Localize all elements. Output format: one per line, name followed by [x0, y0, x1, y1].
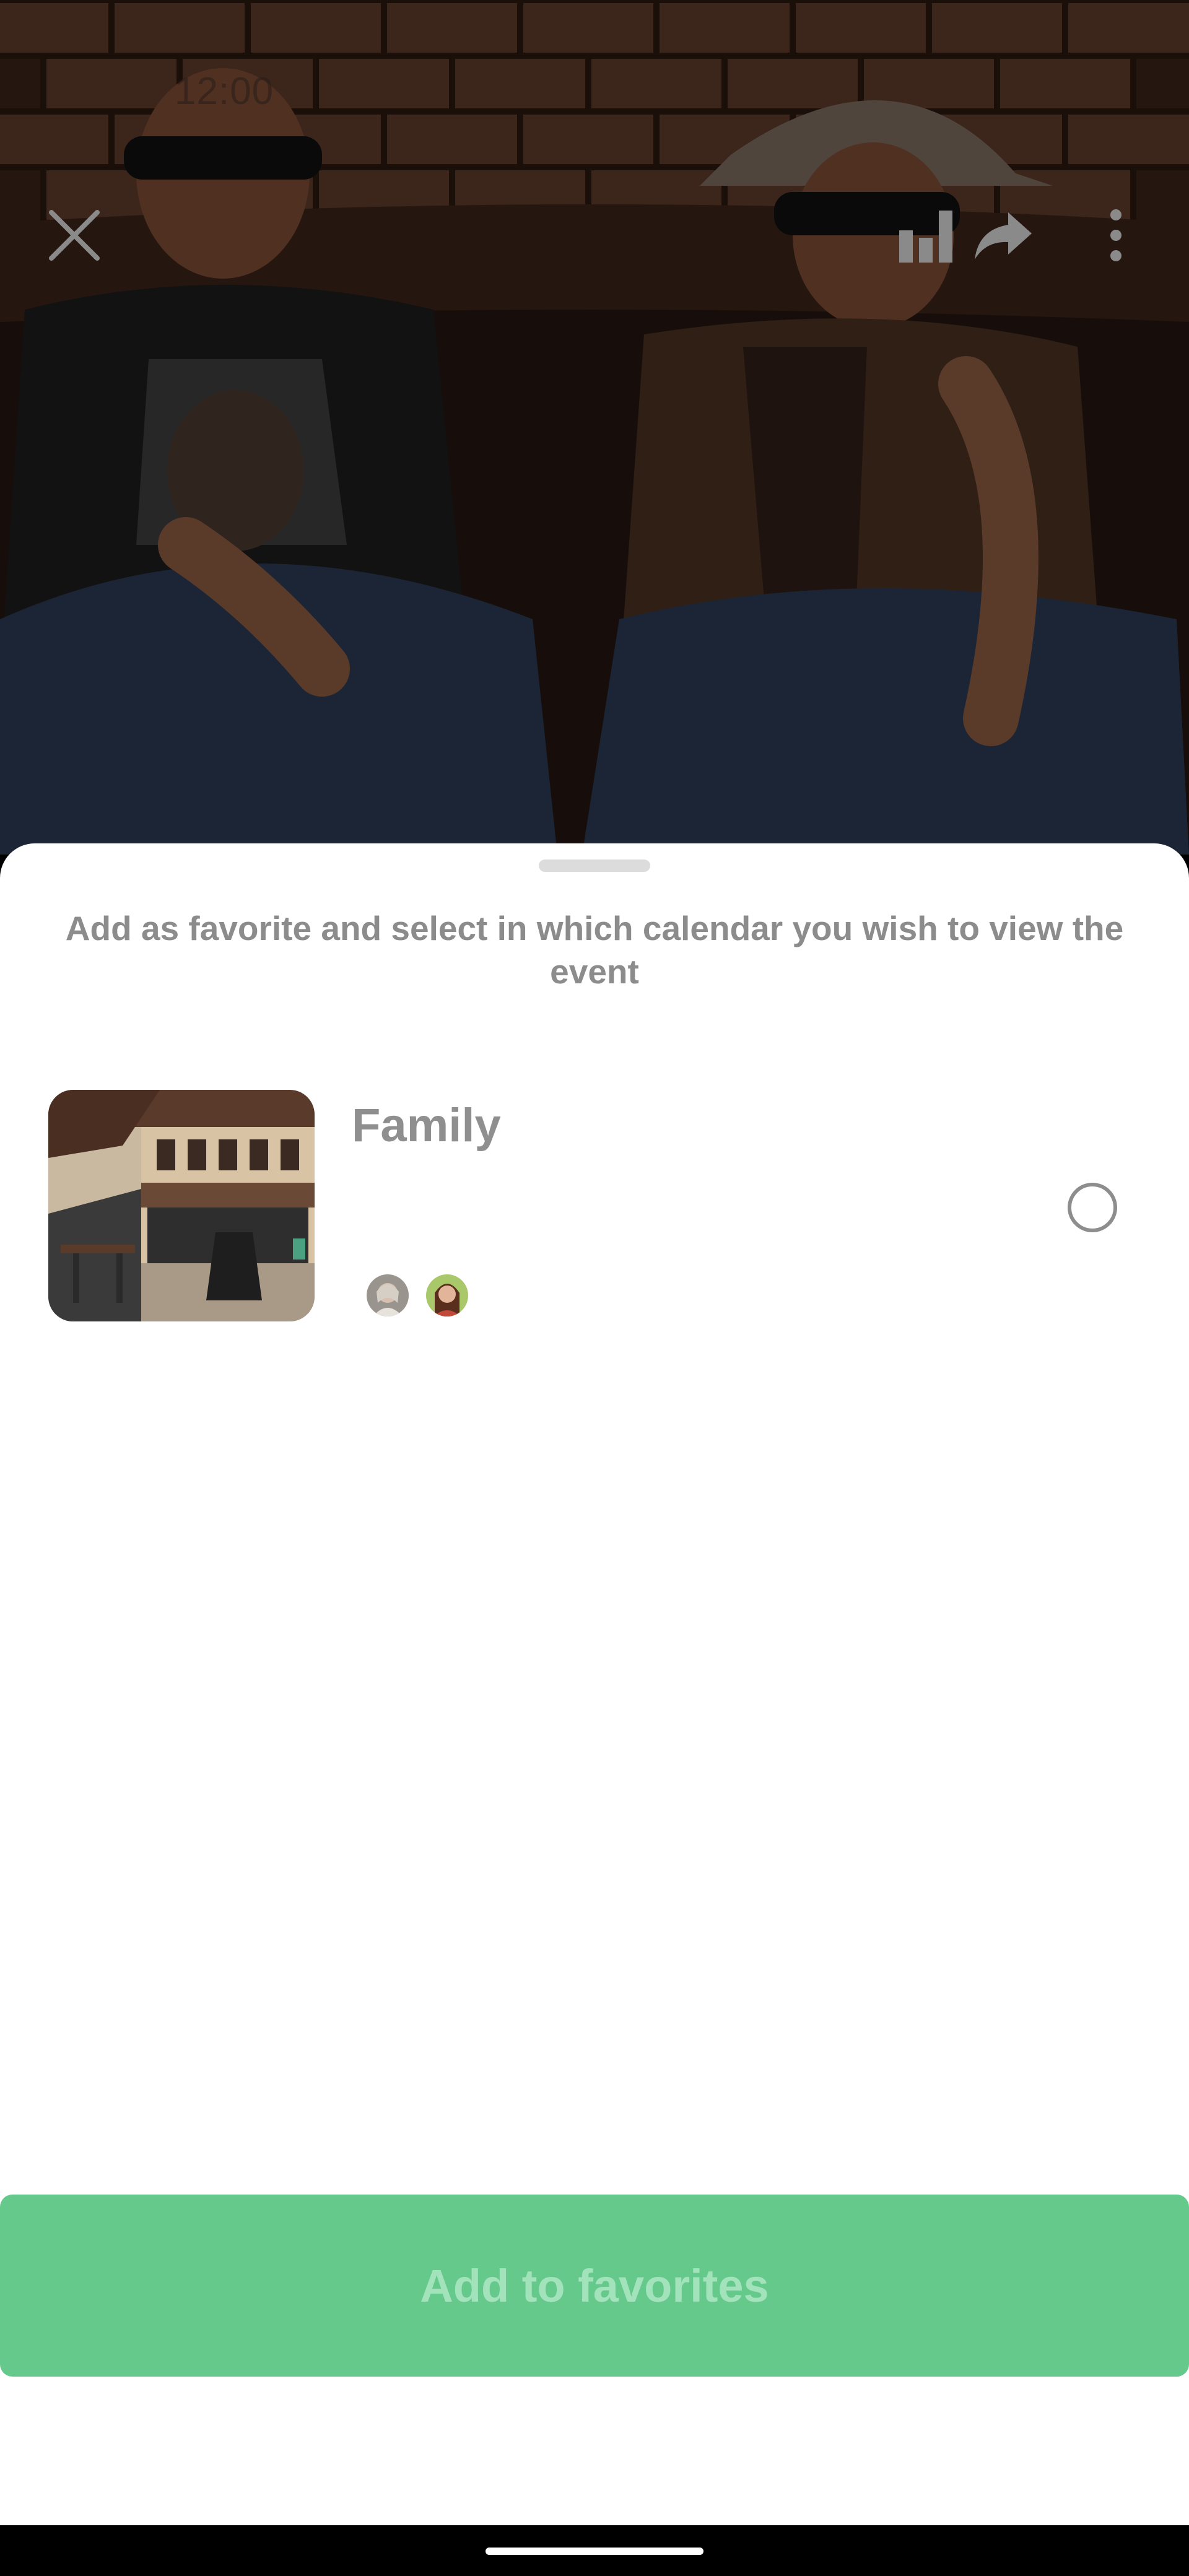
close-icon: [49, 210, 100, 261]
calendar-name: Family: [352, 1099, 501, 1152]
calendar-option-family[interactable]: Family: [48, 1090, 1141, 1321]
add-to-favorites-button[interactable]: Add to favorites: [0, 2195, 1189, 2377]
avatar: [424, 1272, 471, 1319]
avatar: [364, 1272, 411, 1319]
photo-dim-overlay: [0, 0, 1189, 855]
sheet-drag-handle[interactable]: [539, 859, 650, 872]
calendar-thumbnail: [48, 1090, 315, 1321]
calendar-select-radio[interactable]: [1068, 1183, 1117, 1232]
status-bar-time: 12:00: [175, 70, 274, 113]
close-button[interactable]: [37, 198, 111, 272]
add-to-favorites-label: Add to favorites: [420, 2260, 769, 2312]
system-navigation-bar: [0, 2525, 1189, 2576]
share-arrow-icon: [975, 212, 1032, 259]
more-vertical-icon: [1110, 209, 1121, 261]
home-indicator[interactable]: [486, 2548, 703, 2555]
event-cover-photo: [0, 0, 1189, 855]
share-button[interactable]: [966, 198, 1040, 272]
favorite-bottom-sheet: Add as favorite and select in which cale…: [0, 843, 1189, 2525]
sheet-title: Add as favorite and select in which cale…: [65, 909, 1124, 991]
calendar-cover-image: [48, 1090, 315, 1321]
more-options-button[interactable]: [1079, 198, 1153, 272]
statistics-button[interactable]: [889, 198, 964, 272]
bar-chart-icon: [899, 211, 952, 263]
